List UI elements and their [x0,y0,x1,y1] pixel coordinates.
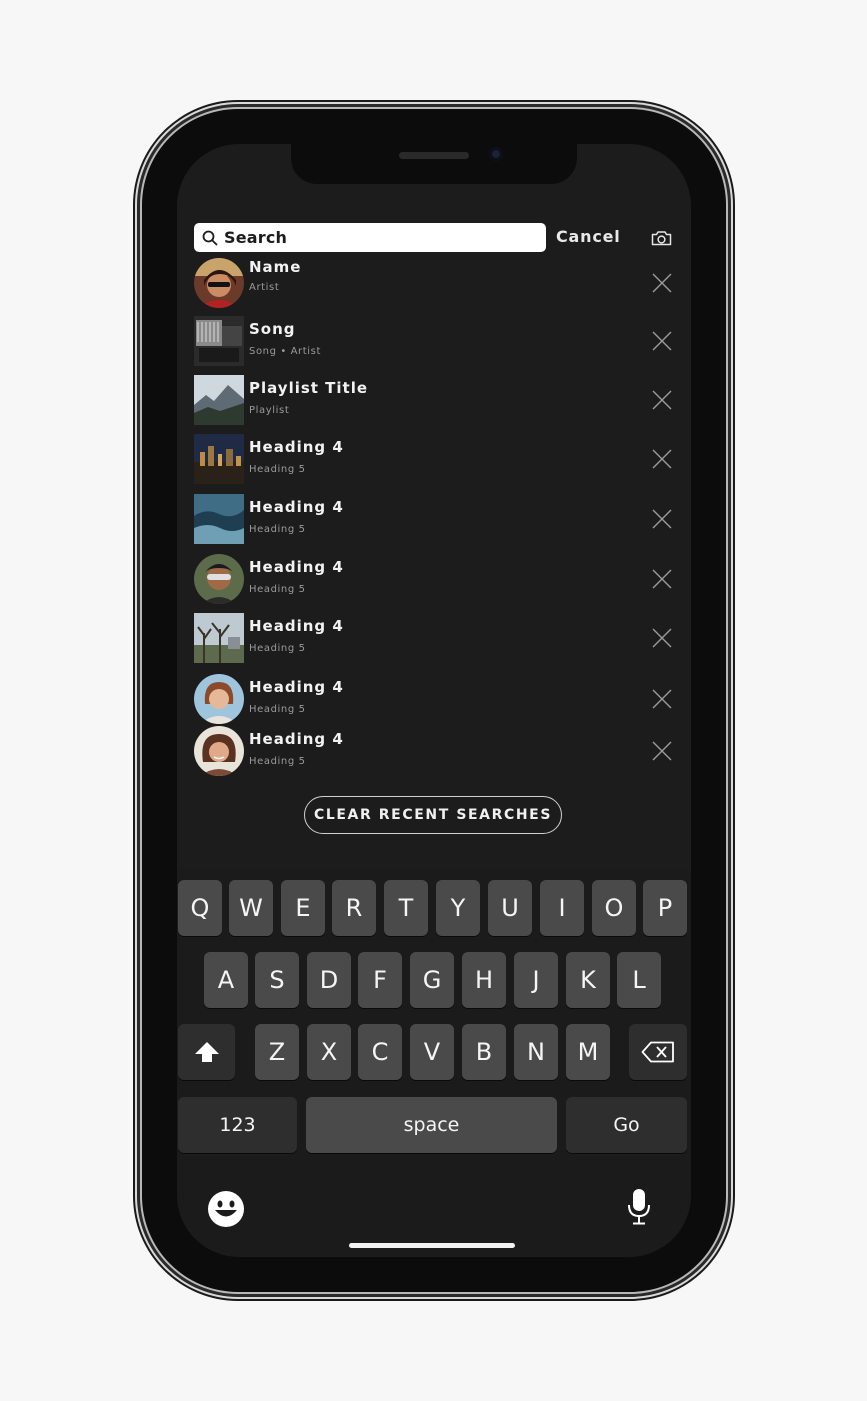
search-input[interactable]: Search [194,223,546,252]
recent-item-title: Heading 4 [249,438,344,456]
shift-key[interactable] [178,1024,235,1080]
key-j[interactable]: J [514,952,558,1008]
recent-item-title: Heading 4 [249,730,344,748]
recent-item-title: Playlist Title [249,379,369,397]
recent-item-title: Heading 4 [249,498,344,516]
home-indicator[interactable] [349,1243,515,1248]
key-c[interactable]: C [358,1024,402,1080]
recent-item[interactable]: Heading 4 Heading 5 [194,674,674,724]
key-u[interactable]: U [488,880,532,936]
key-q[interactable]: Q [178,880,222,936]
close-icon[interactable] [652,331,672,351]
recent-item-title: Heading 4 [249,678,344,696]
recent-item-subtitle: Heading 5 [249,704,306,715]
recent-item[interactable]: Name Artist [194,258,674,308]
item-artwork [194,613,244,663]
key-b[interactable]: B [462,1024,506,1080]
recent-item[interactable]: Playlist Title Playlist [194,375,674,425]
key-t[interactable]: T [384,880,428,936]
recent-item[interactable]: Heading 4 Heading 5 [194,434,674,484]
key-v[interactable]: V [410,1024,454,1080]
key-h[interactable]: H [462,952,506,1008]
camera-icon[interactable] [651,230,672,246]
playlist-artwork [194,375,244,425]
close-icon[interactable] [652,449,672,469]
key-m[interactable]: M [566,1024,610,1080]
microphone-icon[interactable] [627,1188,651,1226]
search-placeholder: Search [224,228,288,247]
key-y[interactable]: Y [436,880,480,936]
phone-screen: Search Cancel Name Artist Song Song • Ar… [177,144,691,1257]
numbers-key[interactable]: 123 [178,1097,297,1153]
profile-avatar [194,554,244,604]
key-e[interactable]: E [281,880,325,936]
close-icon[interactable] [652,689,672,709]
recent-item-subtitle: Playlist [249,405,290,416]
front-camera [489,147,503,161]
cancel-button[interactable]: Cancel [556,227,621,246]
profile-avatar [194,726,244,776]
close-icon[interactable] [652,741,672,761]
key-i[interactable]: I [540,880,584,936]
recent-item-title: Heading 4 [249,617,344,635]
key-r[interactable]: R [332,880,376,936]
recent-item-title: Song [249,320,296,338]
recent-item[interactable]: Heading 4 Heading 5 [194,494,674,544]
recent-item-subtitle: Heading 5 [249,756,306,767]
key-f[interactable]: F [358,952,402,1008]
profile-avatar [194,674,244,724]
key-x[interactable]: X [307,1024,351,1080]
song-artwork [194,316,244,366]
key-o[interactable]: O [592,880,636,936]
key-k[interactable]: K [566,952,610,1008]
clear-recent-searches-button[interactable]: CLEAR RECENT SEARCHES [304,796,562,834]
key-w[interactable]: W [229,880,273,936]
backspace-icon [641,1041,674,1063]
item-artwork [194,434,244,484]
item-artwork [194,494,244,544]
notch [291,144,577,184]
key-d[interactable]: D [307,952,351,1008]
search-icon [202,230,218,245]
key-n[interactable]: N [514,1024,558,1080]
key-s[interactable]: S [255,952,299,1008]
recent-item-subtitle: Song • Artist [249,346,321,357]
recent-item-subtitle: Heading 5 [249,524,306,535]
close-icon[interactable] [652,509,672,529]
space-key[interactable]: space [306,1097,557,1153]
keyboard: Q W E R T Y U I O P A S D F G H J K L Z … [177,870,691,1257]
speaker-grille [399,152,469,159]
close-icon[interactable] [652,273,672,293]
recent-item-subtitle: Heading 5 [249,643,306,654]
artist-avatar [194,258,244,308]
recent-item-subtitle: Heading 5 [249,584,306,595]
recent-item[interactable]: Song Song • Artist [194,316,674,366]
key-g[interactable]: G [410,952,454,1008]
close-icon[interactable] [652,569,672,589]
key-a[interactable]: A [204,952,248,1008]
recent-item-title: Heading 4 [249,558,344,576]
key-p[interactable]: P [643,880,687,936]
recent-item[interactable]: Heading 4 Heading 5 [194,554,674,604]
recent-item[interactable]: Heading 4 Heading 5 [194,613,674,663]
emoji-icon[interactable] [207,1190,245,1228]
close-icon[interactable] [652,628,672,648]
recent-item-subtitle: Heading 5 [249,464,306,475]
key-l[interactable]: L [617,952,661,1008]
shift-icon [194,1042,219,1062]
go-key[interactable]: Go [566,1097,687,1153]
close-icon[interactable] [652,390,672,410]
key-z[interactable]: Z [255,1024,299,1080]
recent-item-title: Name [249,258,302,276]
recent-item-subtitle: Artist [249,282,280,293]
delete-key[interactable] [629,1024,687,1080]
recent-item[interactable]: Heading 4 Heading 5 [194,726,674,776]
